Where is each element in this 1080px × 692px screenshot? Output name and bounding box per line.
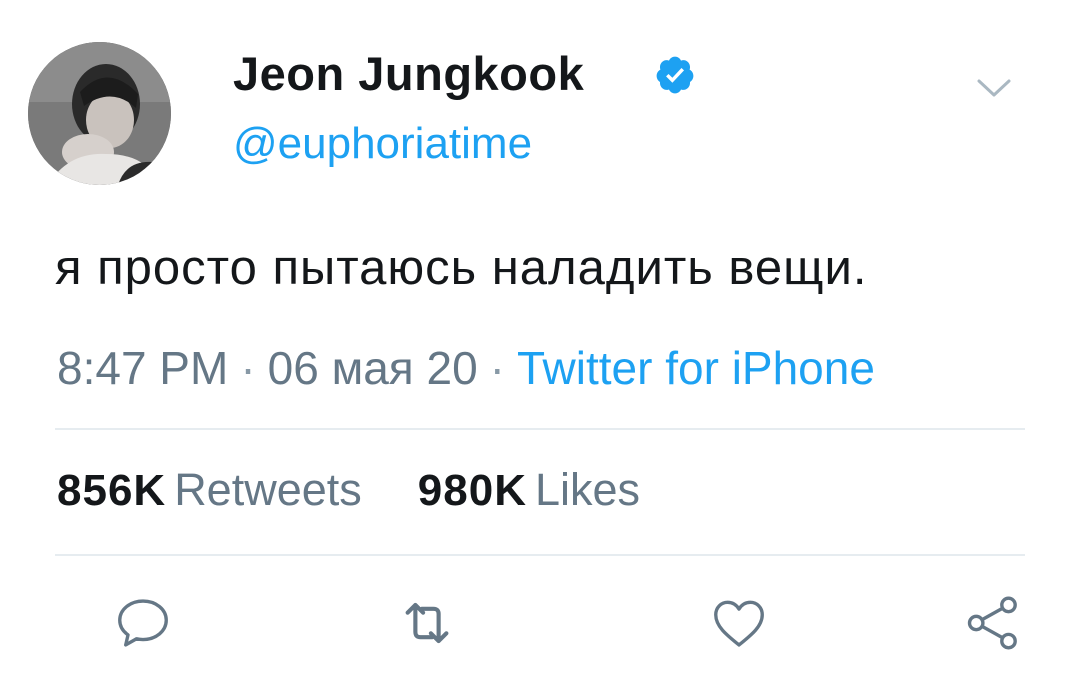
share-nodes-icon bbox=[967, 596, 1017, 650]
verified-badge-icon bbox=[656, 56, 694, 94]
user-handle[interactable]: @euphoriatime bbox=[233, 118, 532, 170]
retweets-stat[interactable]: 856K Retweets bbox=[57, 464, 362, 515]
tweet-time: 8:47 PM bbox=[57, 342, 229, 394]
reply-button[interactable] bbox=[112, 592, 174, 654]
likes-count: 980K bbox=[417, 466, 527, 515]
divider bbox=[55, 554, 1025, 556]
chevron-down-icon[interactable] bbox=[976, 76, 1012, 100]
retweets-label: Retweets bbox=[174, 464, 362, 515]
like-button[interactable] bbox=[708, 592, 770, 654]
speech-bubble-icon bbox=[118, 599, 168, 647]
likes-stat[interactable]: 980K Likes bbox=[418, 464, 640, 515]
likes-label: Likes bbox=[534, 464, 641, 515]
avatar[interactable] bbox=[28, 42, 171, 185]
meta-separator: · bbox=[240, 342, 256, 394]
retweets-count: 856K bbox=[57, 466, 167, 515]
retweet-arrows-icon bbox=[405, 602, 449, 644]
tweet-meta: 8:47 PM · 06 мая 20 · Twitter for iPhone bbox=[57, 340, 875, 396]
meta-separator: · bbox=[489, 342, 505, 394]
tweet-text: я просто пытаюсь наладить вещи. bbox=[55, 241, 868, 295]
heart-icon bbox=[714, 600, 764, 647]
display-name[interactable]: Jeon Jungkook bbox=[233, 46, 584, 102]
retweet-button[interactable] bbox=[396, 592, 458, 654]
profile-photo bbox=[28, 42, 171, 185]
divider bbox=[55, 428, 1025, 430]
tweet-source-link[interactable]: Twitter for iPhone bbox=[517, 342, 875, 394]
engagement-stats: 856K Retweets 980K Likes bbox=[57, 462, 640, 529]
share-button[interactable] bbox=[962, 592, 1024, 654]
tweet-date: 06 мая 20 bbox=[267, 342, 478, 394]
